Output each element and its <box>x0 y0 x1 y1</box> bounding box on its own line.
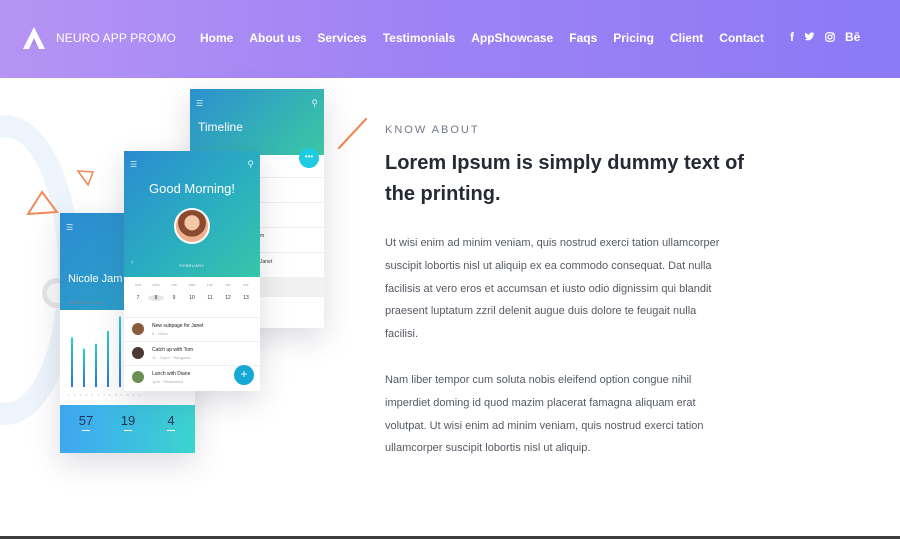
date-cell: 12 <box>225 295 231 301</box>
stat-item: 19 <box>110 413 146 431</box>
avatar <box>174 208 210 244</box>
stat-value: 57 <box>78 413 94 428</box>
chart-axis-ticks: 1234567891011 <box>68 393 145 397</box>
nav-home[interactable]: Home <box>200 31 233 45</box>
date-cell: 7 <box>136 295 140 301</box>
date-cell: 10 <box>189 295 195 301</box>
search-icon: ⚲ <box>247 159 254 169</box>
weekday-label: SUN <box>134 283 142 287</box>
weekday-label: FRI <box>225 283 231 287</box>
stat-item: 57 <box>68 413 104 431</box>
add-icon: + <box>234 365 254 385</box>
brand-logo-icon <box>23 27 45 49</box>
profile-name: Nicole Jam <box>68 273 123 285</box>
date-cell: 11 <box>207 295 213 301</box>
facebook-icon[interactable]: f <box>790 30 794 44</box>
list-item: Catch up with Tom 11 - 12pm · Hangouts <box>124 341 260 365</box>
nav-testimonials[interactable]: Testimonials <box>383 31 455 45</box>
nav-faqs[interactable]: Faqs <box>569 31 597 45</box>
event-time: 1pm · Restaurant <box>152 379 183 384</box>
event-time: 11 - 12pm · Hangouts <box>152 355 191 360</box>
nav-about-us[interactable]: About us <box>249 31 301 45</box>
small-triangle-icon <box>76 170 95 187</box>
orange-line-decoration <box>337 117 368 150</box>
timeline-row-highlight <box>260 277 324 297</box>
stat-underline <box>167 430 175 431</box>
stat-value: 4 <box>167 413 175 428</box>
nav-contact[interactable]: Contact <box>719 31 764 45</box>
date-cell-selected: 8 <box>148 295 164 301</box>
date-cell: 13 <box>243 295 249 301</box>
nav-services[interactable]: Services <box>317 31 366 45</box>
main-nav: Home About us Services Testimonials AppS… <box>200 31 780 45</box>
nav-appshowcase[interactable]: AppShowcase <box>471 31 553 45</box>
weekday-label: SAT <box>243 283 249 287</box>
section-headline: Lorem Ipsum is simply dummy text of the … <box>385 152 744 205</box>
stat-item: 4 <box>153 413 189 431</box>
weekday-label: WED <box>188 283 196 287</box>
search-icon: ⚲ <box>311 98 318 108</box>
phone-mockup-calendar: ☰ ⚲ Good Morning! ‹ FEBRUARY SUN MON TUE… <box>124 151 260 391</box>
chart-bar <box>83 348 85 387</box>
event-title: Catch up with Tom <box>152 347 194 353</box>
header: NEURO APP PROMO Home About us Services T… <box>0 0 900 78</box>
chart-bar <box>95 343 97 387</box>
divider <box>260 177 324 178</box>
menu-icon: ☰ <box>196 99 204 108</box>
social-links: f Bē <box>790 30 870 44</box>
avatar <box>132 371 144 383</box>
brand[interactable]: NEURO APP PROMO <box>22 26 176 50</box>
weekday-label: THU <box>206 283 214 287</box>
chart-bar <box>71 337 73 387</box>
timeline-header: ☰ ⚲ Timeline <box>190 89 324 155</box>
nav-client[interactable]: Client <box>670 31 703 45</box>
divider <box>260 202 324 203</box>
stat-value: 19 <box>120 413 136 428</box>
greeting-title: Good Morning! <box>149 181 235 196</box>
chart-month: FEBRUARY 2015 <box>68 300 104 305</box>
menu-icon: ☰ <box>66 223 74 232</box>
brand-name: NEURO APP PROMO <box>56 31 176 45</box>
calendar-header: ☰ ⚲ Good Morning! ‹ FEBRUARY <box>124 151 260 277</box>
timeline-row-text: Janet <box>260 259 273 265</box>
divider <box>260 252 324 253</box>
list-item: New subpage for Janet 8 - 10am <box>124 317 260 341</box>
more-icon: ••• <box>299 148 319 168</box>
calendar-month: FEBRUARY <box>179 263 205 268</box>
event-time: 8 - 10am <box>152 331 168 336</box>
triangle-outline-icon <box>26 190 59 216</box>
avatar <box>132 323 144 335</box>
section-kicker: KNOW ABOUT <box>385 124 480 136</box>
weekday-row: SUN MON TUE WED THU FRI SAT <box>130 283 254 287</box>
nav-pricing[interactable]: Pricing <box>613 31 654 45</box>
event-title: New subpage for Janet <box>152 323 204 329</box>
avatar <box>132 347 144 359</box>
stats-bar: 57 19 4 <box>60 405 195 453</box>
menu-icon: ☰ <box>130 160 138 169</box>
timeline-title: Timeline <box>198 120 243 134</box>
section-paragraph: Ut wisi enim ad minim veniam, quis nostr… <box>385 237 720 341</box>
chart-bar <box>119 316 121 387</box>
twitter-icon[interactable] <box>804 32 815 42</box>
page: NEURO APP PROMO Home About us Services T… <box>0 0 900 539</box>
stat-underline <box>82 430 90 431</box>
date-row: 7 8 9 10 11 12 13 <box>130 295 254 301</box>
weekday-label: TUE <box>171 283 177 287</box>
section-paragraph: Nam liber tempor cum soluta nobis eleife… <box>385 374 704 455</box>
date-cell: 9 <box>172 295 176 301</box>
instagram-icon[interactable] <box>825 32 835 42</box>
event-title: Lunch with Diane <box>152 371 191 377</box>
stat-underline <box>124 430 132 431</box>
divider <box>260 227 324 228</box>
timeline-row-text: m <box>260 233 265 239</box>
behance-icon[interactable]: Bē <box>845 30 860 44</box>
chart-bar <box>107 331 109 387</box>
weekday-label: MON <box>152 283 160 287</box>
